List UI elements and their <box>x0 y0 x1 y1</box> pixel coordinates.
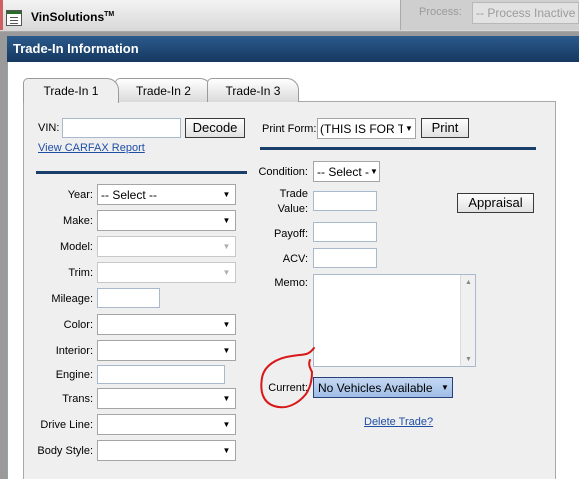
make-select[interactable]: ▼ <box>97 210 236 231</box>
trade-value-label-line1: Trade <box>279 188 308 200</box>
year-select[interactable]: -- Select -- ▼ <box>97 184 236 205</box>
print-form-select[interactable]: (THIS IS FOR TE ▼ <box>317 118 416 139</box>
chevron-down-icon: ▼ <box>403 119 415 138</box>
mileage-input[interactable] <box>97 288 160 308</box>
interior-label: Interior: <box>55 345 93 357</box>
model-label: Model: <box>59 241 93 253</box>
condition-select[interactable]: -- Select -- ▼ <box>313 161 380 182</box>
tab-trade-in-3[interactable]: Trade-In 3 <box>207 78 299 102</box>
print-form-label: Print Form: <box>262 123 317 135</box>
app-window-icon <box>6 10 22 26</box>
chevron-down-icon: ▼ <box>218 211 235 230</box>
mileage-label: Mileage: <box>51 293 93 305</box>
chevron-down-icon: ▼ <box>218 341 235 360</box>
right-section-divider <box>260 147 536 150</box>
color-select[interactable]: ▼ <box>97 314 236 335</box>
chevron-down-icon: ▼ <box>369 162 379 181</box>
chevron-down-icon: ▼ <box>218 263 235 282</box>
chevron-down-icon: ▼ <box>218 185 235 204</box>
chevron-down-icon: ▼ <box>441 383 449 392</box>
body-style-select[interactable]: ▼ <box>97 440 236 461</box>
current-vehicle-select[interactable]: No Vehicles Available ▼ <box>313 377 453 398</box>
delete-trade-link[interactable]: Delete Trade? <box>364 416 433 428</box>
dialog-title: Trade-In Information <box>13 41 139 56</box>
view-carfax-link[interactable]: View CARFAX Report <box>38 142 145 154</box>
engine-label: Engine: <box>55 369 93 381</box>
vin-label: VIN: <box>38 122 60 134</box>
trans-select[interactable]: ▼ <box>97 388 236 409</box>
trans-label: Trans: <box>62 393 93 405</box>
tab-trade-in-2[interactable]: Trade-In 2 <box>115 78 212 102</box>
make-label: Make: <box>63 215 93 227</box>
payoff-label: Payoff: <box>273 228 308 240</box>
interior-select[interactable]: ▼ <box>97 340 236 361</box>
memo-label: Memo: <box>274 277 308 289</box>
appraisal-button[interactable]: Appraisal <box>457 193 534 213</box>
red-annotation-circle <box>260 347 315 409</box>
chevron-down-icon: ▼ <box>218 389 235 408</box>
chevron-down-icon: ▼ <box>218 237 235 256</box>
trade-value-input[interactable] <box>313 191 377 211</box>
print-button[interactable]: Print <box>421 118 469 138</box>
body-style-label: Body Style: <box>37 445 93 457</box>
decode-button[interactable]: Decode <box>185 118 245 138</box>
condition-label: Condition: <box>258 166 308 178</box>
trim-label: Trim: <box>68 267 93 279</box>
tab-trade-in-1[interactable]: Trade-In 1 <box>23 78 119 103</box>
model-select[interactable]: ▼ <box>97 236 236 257</box>
acv-input[interactable] <box>313 248 377 268</box>
payoff-input[interactable] <box>313 222 377 242</box>
background-process-field: -- Process Inactive -- <box>472 2 579 24</box>
color-label: Color: <box>63 319 93 331</box>
annotation-stroke <box>260 347 315 409</box>
trade-value-label-line2: Value: <box>277 203 308 215</box>
memo-textarea[interactable]: ▲ ▼ <box>313 274 476 367</box>
year-label: Year: <box>67 189 93 201</box>
acv-label: ACV: <box>282 253 308 265</box>
drive-line-select[interactable]: ▼ <box>97 414 236 435</box>
memo-scrollbar[interactable]: ▲ ▼ <box>460 275 475 366</box>
scroll-down-icon[interactable]: ▼ <box>461 352 476 366</box>
chevron-down-icon: ▼ <box>218 441 235 460</box>
left-section-divider <box>36 171 247 174</box>
scroll-up-icon[interactable]: ▲ <box>461 275 476 289</box>
drive-line-label: Drive Line: <box>40 419 93 431</box>
engine-input[interactable] <box>97 365 225 384</box>
vin-input[interactable] <box>62 118 181 138</box>
window-edge-marker <box>0 0 3 30</box>
chevron-down-icon: ▼ <box>218 415 235 434</box>
chevron-down-icon: ▼ <box>218 315 235 334</box>
app-title: VinSolutionsTM <box>31 10 115 24</box>
background-process-label: Process: <box>419 6 462 18</box>
trim-select[interactable]: ▼ <box>97 262 236 283</box>
